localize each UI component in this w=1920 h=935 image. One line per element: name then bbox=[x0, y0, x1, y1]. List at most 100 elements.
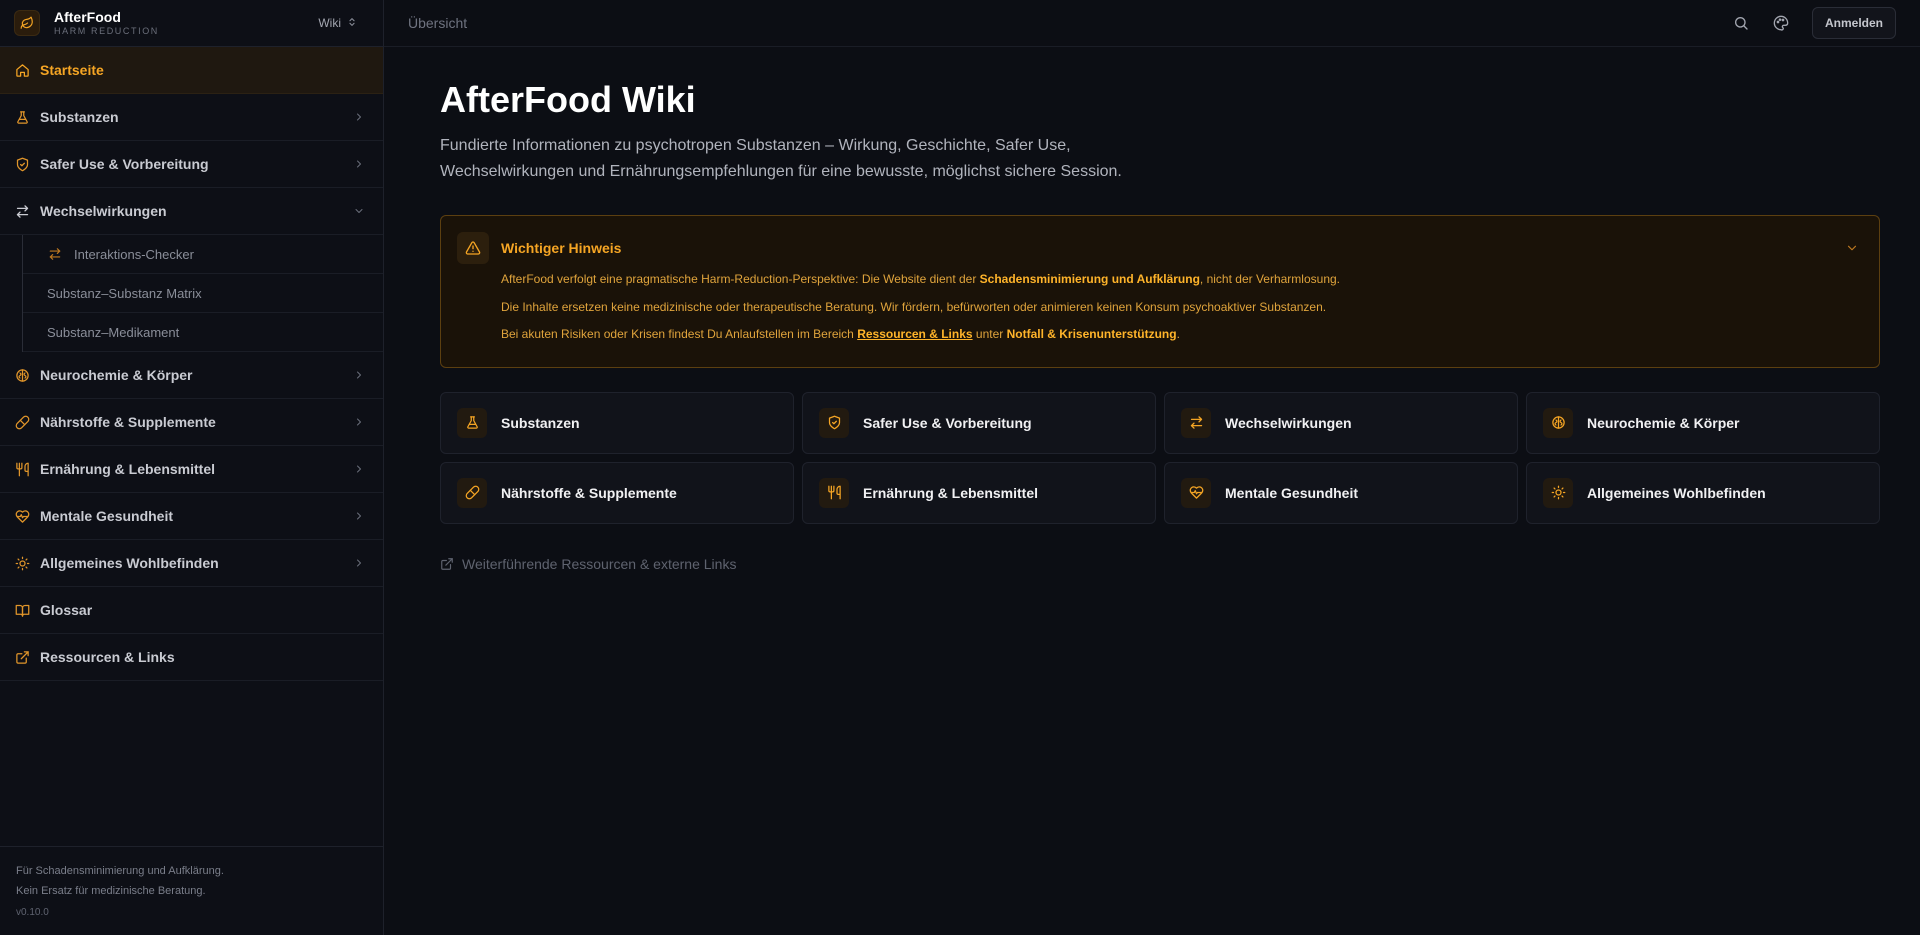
card-mentale-gesundheit[interactable]: Mentale Gesundheit bbox=[1164, 461, 1518, 524]
heart-pulse-icon bbox=[1181, 477, 1211, 508]
leaf-logo-icon[interactable] bbox=[14, 10, 40, 36]
card-ernaehrung[interactable]: Ernährung & Lebensmittel bbox=[802, 461, 1156, 524]
brain-icon bbox=[1543, 407, 1573, 438]
notice-text: unter bbox=[972, 327, 1007, 341]
footer-line: Für Schadensminimierung und Aufklärung. bbox=[16, 865, 224, 877]
card-label: Mentale Gesundheit bbox=[1225, 484, 1359, 501]
home-icon bbox=[14, 62, 30, 78]
external-link-icon bbox=[440, 557, 454, 571]
sidebar-item-ressourcen[interactable]: Ressourcen & Links bbox=[0, 634, 383, 681]
brand[interactable]: AfterFood HARM REDUCTION bbox=[54, 10, 159, 36]
sidebar-item-label: Ernährung & Lebensmittel bbox=[40, 461, 216, 477]
sidebar-subitem-label: Substanz–Medikament bbox=[47, 324, 180, 340]
sidebar-item-label: Startseite bbox=[40, 62, 104, 78]
sidebar-item-label: Neurochemie & Körper bbox=[40, 367, 193, 383]
notice-text: . bbox=[1176, 327, 1180, 341]
card-label: Neurochemie & Körper bbox=[1587, 414, 1740, 431]
shield-icon bbox=[819, 407, 849, 438]
sidebar-item-wechselwirkungen[interactable]: Wechselwirkungen bbox=[0, 188, 383, 235]
sidebar-item-label: Allgemeines Wohlbefinden bbox=[40, 555, 219, 571]
category-grid: Substanzen Safer Use & Vorbereitung Wech… bbox=[440, 391, 1880, 524]
sidebar-item-safer-use[interactable]: Safer Use & Vorbereitung bbox=[0, 141, 383, 188]
sidebar-subitem-label: Substanz–Substanz Matrix bbox=[47, 285, 202, 301]
sidebar-subitem-interaktions-checker[interactable]: Interaktions-Checker bbox=[23, 235, 383, 274]
flask-icon bbox=[14, 109, 30, 125]
sidebar: AfterFood HARM REDUCTION Wiki Startseite bbox=[0, 0, 384, 935]
brand-subtitle: HARM REDUCTION bbox=[54, 26, 159, 36]
warning-triangle-icon bbox=[457, 232, 489, 264]
search-icon[interactable] bbox=[1732, 14, 1750, 32]
sidebar-header: AfterFood HARM REDUCTION Wiki bbox=[0, 0, 383, 47]
arrows-swap-icon bbox=[14, 203, 30, 219]
login-button[interactable]: Anmelden bbox=[1811, 7, 1896, 39]
chevron-right-icon bbox=[353, 369, 365, 381]
brand-name: AfterFood bbox=[54, 9, 121, 25]
card-safer-use[interactable]: Safer Use & Vorbereitung bbox=[802, 391, 1156, 454]
notice-text: , nicht der Verharmlosung. bbox=[1199, 272, 1340, 286]
card-wohlbefinden[interactable]: Allgemeines Wohlbefinden bbox=[1526, 461, 1880, 524]
main-area: Übersicht Anmelden AfterFood Wiki Fundie… bbox=[384, 0, 1920, 935]
card-label: Safer Use & Vorbereitung bbox=[863, 414, 1032, 431]
chevron-right-icon bbox=[353, 111, 365, 123]
card-label: Nährstoffe & Supplemente bbox=[501, 484, 677, 501]
sidebar-subitem-matrix[interactable]: Substanz–Substanz Matrix bbox=[23, 274, 383, 313]
pill-icon bbox=[14, 414, 30, 430]
card-label: Substanzen bbox=[501, 414, 580, 431]
heart-pulse-icon bbox=[14, 508, 30, 524]
external-resources-label: Weiterführende Ressourcen & externe Link… bbox=[462, 555, 737, 572]
sidebar-item-label: Glossar bbox=[40, 602, 93, 618]
page-title: AfterFood Wiki bbox=[440, 79, 696, 120]
ressourcen-link[interactable]: Ressourcen & Links bbox=[857, 327, 972, 341]
chevron-right-icon bbox=[353, 557, 365, 569]
sidebar-item-substanzen[interactable]: Substanzen bbox=[0, 94, 383, 141]
sidebar-item-wohlbefinden[interactable]: Allgemeines Wohlbefinden bbox=[0, 540, 383, 587]
palette-icon[interactable] bbox=[1772, 14, 1790, 32]
notice-emphasis: Schadensminimierung und Aufklärung bbox=[979, 272, 1200, 286]
chevron-right-icon bbox=[353, 416, 365, 428]
sidebar-item-startseite[interactable]: Startseite bbox=[0, 47, 383, 94]
important-notice: Wichtiger Hinweis AfterFood verfolgt ein… bbox=[440, 215, 1880, 368]
sidebar-item-mentale-gesundheit[interactable]: Mentale Gesundheit bbox=[0, 493, 383, 540]
sidebar-item-naehrstoffe[interactable]: Nährstoffe & Supplemente bbox=[0, 399, 383, 446]
chevron-right-icon bbox=[353, 158, 365, 170]
notice-emphasis: Notfall & Krisenunterstützung bbox=[1006, 327, 1177, 341]
arrows-swap-icon bbox=[1181, 407, 1211, 438]
notice-paragraph: AfterFood verfolgt eine pragmatische Har… bbox=[501, 270, 1863, 288]
sidebar-subitem-medikament[interactable]: Substanz–Medikament bbox=[23, 313, 383, 352]
shield-icon bbox=[14, 156, 30, 172]
sidebar-item-ernaehrung[interactable]: Ernährung & Lebensmittel bbox=[0, 446, 383, 493]
sidebar-sublist-wechselwirkungen: Interaktions-Checker Substanz–Substanz M… bbox=[22, 235, 383, 352]
external-resources-link[interactable]: Weiterführende Ressourcen & externe Link… bbox=[440, 556, 1880, 572]
pill-icon bbox=[457, 477, 487, 508]
sidebar-item-label: Substanzen bbox=[40, 109, 119, 125]
sidebar-item-glossar[interactable]: Glossar bbox=[0, 587, 383, 634]
flask-icon bbox=[457, 407, 487, 438]
topbar: Übersicht Anmelden bbox=[384, 0, 1920, 47]
version-label: v0.10.0 bbox=[16, 907, 49, 918]
chevron-down-icon[interactable] bbox=[1845, 241, 1859, 255]
breadcrumb: Übersicht bbox=[408, 15, 468, 31]
sidebar-item-label: Safer Use & Vorbereitung bbox=[40, 156, 209, 172]
card-label: Ernährung & Lebensmittel bbox=[863, 484, 1039, 501]
notice-text: AfterFood verfolgt eine pragmatische Har… bbox=[501, 272, 980, 286]
sidebar-item-label: Mentale Gesundheit bbox=[40, 508, 174, 524]
card-naehrstoffe[interactable]: Nährstoffe & Supplemente bbox=[440, 461, 794, 524]
notice-text: Bei akuten Risiken oder Krisen findest D… bbox=[501, 327, 858, 341]
chevron-right-icon bbox=[353, 510, 365, 522]
card-wechselwirkungen[interactable]: Wechselwirkungen bbox=[1164, 391, 1518, 454]
sun-icon bbox=[14, 555, 30, 571]
chevron-right-icon bbox=[353, 463, 365, 475]
chevrons-up-down-icon bbox=[347, 16, 357, 31]
notice-body: AfterFood verfolgt eine pragmatische Har… bbox=[501, 270, 1863, 343]
wiki-switcher-label: Wiki bbox=[318, 16, 341, 30]
wiki-switcher[interactable]: Wiki bbox=[318, 16, 357, 31]
notice-title: Wichtiger Hinweis bbox=[501, 240, 622, 256]
page-content: AfterFood Wiki Fundierte Informationen z… bbox=[384, 47, 1920, 572]
sidebar-item-neurochemie[interactable]: Neurochemie & Körper bbox=[0, 352, 383, 399]
card-substanzen[interactable]: Substanzen bbox=[440, 391, 794, 454]
utensils-icon bbox=[819, 477, 849, 508]
app-root: AfterFood HARM REDUCTION Wiki Startseite bbox=[0, 0, 1920, 935]
arrows-swap-icon bbox=[48, 247, 62, 261]
card-neurochemie[interactable]: Neurochemie & Körper bbox=[1526, 391, 1880, 454]
notice-header[interactable]: Wichtiger Hinweis bbox=[457, 232, 1863, 264]
